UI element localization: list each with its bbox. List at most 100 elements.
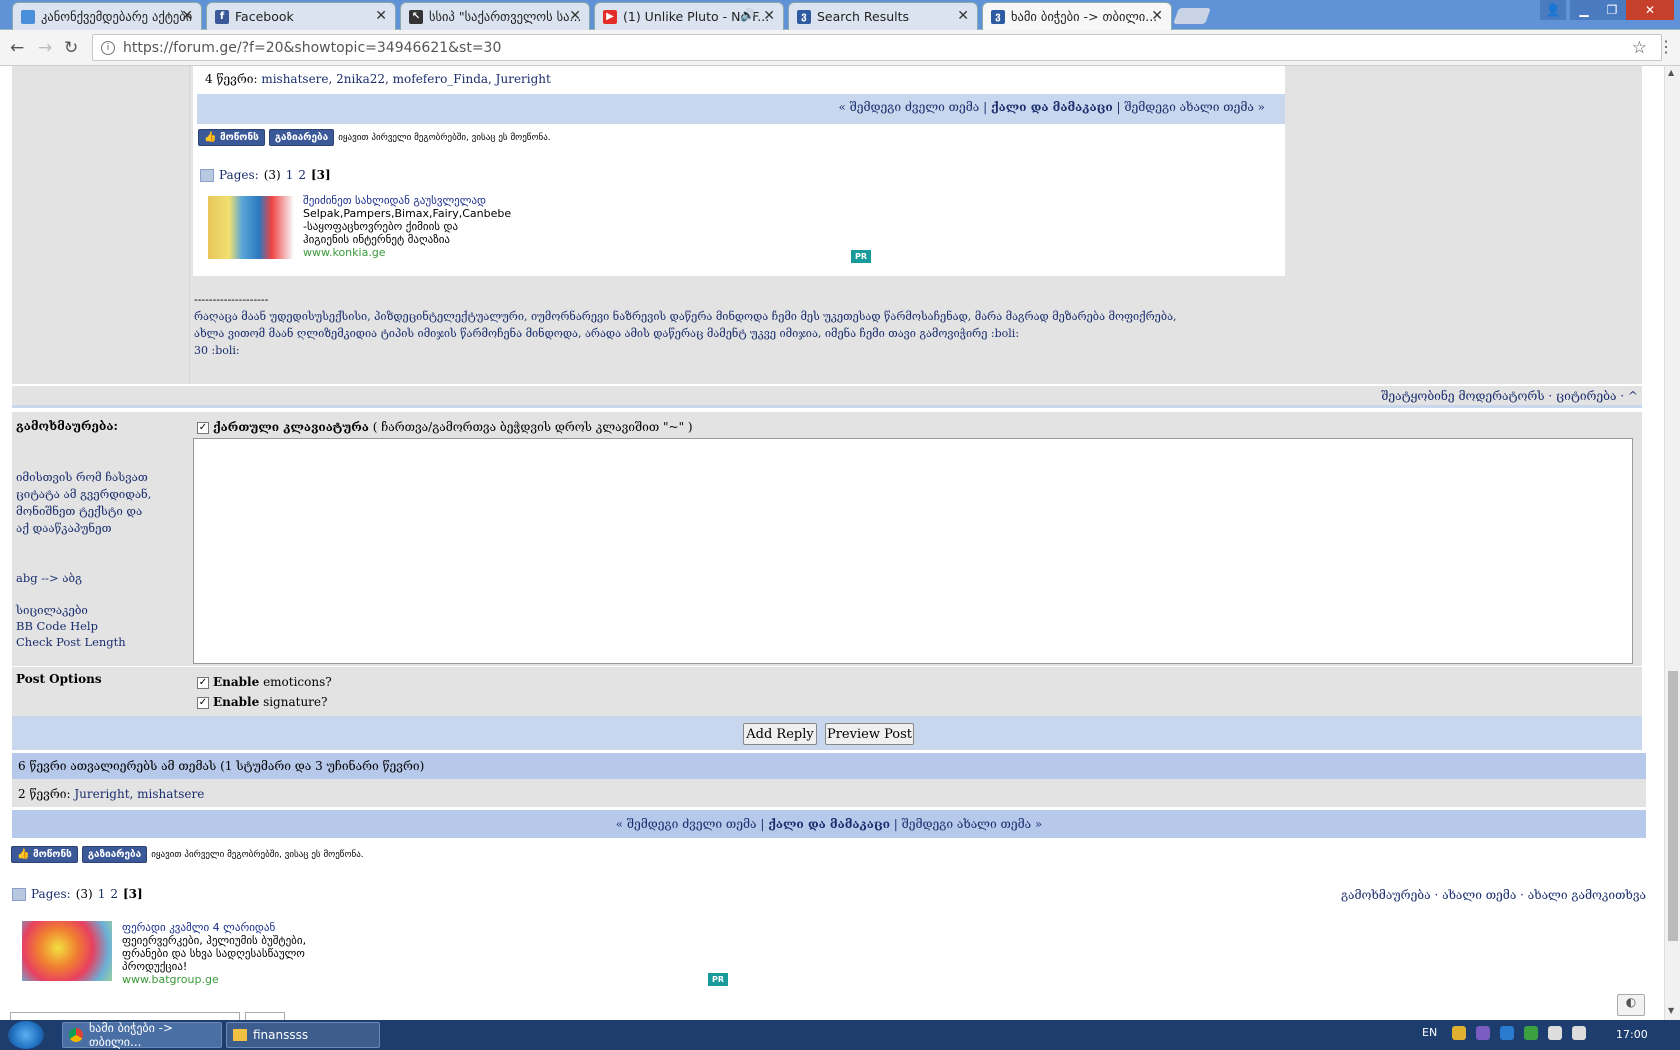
toggle-icon[interactable]: ◐ (1617, 994, 1645, 1016)
fb-share-button[interactable]: გაზიარება (81, 846, 148, 863)
forum-link[interactable]: ქალი და მამაკაცი (991, 100, 1113, 114)
close-window-icon[interactable]: ✕ (1626, 0, 1674, 20)
scroll-up-icon[interactable]: ▲ (1668, 68, 1674, 77)
language-indicator[interactable]: EN (1422, 1026, 1437, 1039)
ad-badge[interactable]: PR (851, 250, 871, 263)
report-link[interactable]: შეატყობინე მოდერატორს (1381, 389, 1544, 403)
like-bar: 👍 მოწონს გაზიარება იყავით პირველი მეგობრ… (198, 129, 551, 146)
browser-tab[interactable]: ↖ სსიპ "საქართველოს სა... ✕ (400, 2, 590, 30)
close-tab-icon[interactable]: ✕ (375, 8, 387, 24)
browser-tab[interactable]: ▶ (1) Unlike Pluto - No F... 🔊 ✕ (594, 2, 784, 30)
clock[interactable]: 17:00 (1616, 1028, 1648, 1041)
taskbar: ხამი ბიჭები -> თბილი... finanssss EN 17:… (0, 1020, 1680, 1050)
readers-names[interactable]: mishatsere, 2nika22, mofefero_Finda, Jur… (261, 72, 551, 86)
check-length-link[interactable]: Check Post Length (16, 634, 126, 650)
browser-tab[interactable]: კანონქვემდებარე აქტები ✕ (12, 2, 202, 30)
option-text: signature? (263, 695, 328, 709)
forum-favicon-icon: ვ (991, 9, 1005, 24)
minimize-icon[interactable]: ▁ (1570, 0, 1598, 20)
scrollbar-thumb[interactable] (1668, 671, 1678, 941)
tab-title: Search Results (817, 9, 910, 24)
page-link-1[interactable]: 1 (98, 887, 106, 901)
next-topic-link[interactable]: შემდეგი ახალი თემა » (902, 817, 1043, 831)
page-scrollbar[interactable]: ▲ ▼ (1664, 66, 1680, 1020)
close-tab-icon[interactable]: ✕ (763, 8, 775, 24)
ad-image[interactable] (22, 921, 112, 981)
browser-tab-active[interactable]: ვ ხამი ბიჭები -> თბილი... ✕ (982, 2, 1172, 30)
ad-title[interactable]: შეიძინეთ სახლიდან გაუსვლელად (303, 194, 511, 207)
ad-line: ფრანები და სხვა სადღესასწაულო (122, 947, 305, 960)
menu-kebab-icon[interactable]: ⋮ (1658, 37, 1674, 56)
tray-icon[interactable] (1452, 1026, 1466, 1040)
page-link-2[interactable]: 2 (110, 887, 118, 901)
keyboard-label: ქართული კლავიატურა (213, 420, 369, 434)
tray-icon[interactable] (1500, 1026, 1514, 1040)
close-tab-icon[interactable]: ✕ (1151, 8, 1163, 24)
pages-icon (200, 168, 214, 182)
fb-like-button[interactable]: 👍 მოწონს (198, 129, 265, 146)
forum-link[interactable]: ქალი და მამაკაცი (768, 817, 890, 831)
bottom-actions[interactable]: გამოხმაურება · ახალი თემა · ახალი გამოკი… (1100, 888, 1646, 902)
ad-title[interactable]: ფერადი კვამლი 4 ლარიდან (122, 921, 306, 934)
prev-topic-link[interactable]: « შემდეგი ძველი თემა (839, 100, 980, 114)
keyboard-checkbox[interactable]: ✓ (197, 421, 209, 434)
user-icon[interactable]: 👤 (1540, 0, 1566, 20)
add-reply-button[interactable]: Add Reply (743, 723, 817, 745)
close-tab-icon[interactable]: ✕ (957, 8, 969, 24)
forward-arrow-icon[interactable]: → (38, 38, 52, 58)
fb-share-button[interactable]: გაზიარება (268, 129, 335, 146)
close-tab-icon[interactable]: ✕ (569, 8, 581, 24)
footer-select[interactable] (10, 1012, 240, 1020)
volume-icon[interactable] (1572, 1026, 1586, 1040)
option-bold: Enable (213, 695, 260, 709)
smilies-link[interactable]: სიცილაკები (16, 602, 126, 618)
browser-tab[interactable]: ვ Search Results ✕ (788, 2, 978, 30)
ad-badge[interactable]: PR (708, 973, 728, 986)
tray-icon[interactable] (1524, 1026, 1538, 1040)
quote-insert-link[interactable]: აქ დააწკაპუნეთ (16, 520, 151, 537)
page-link-1[interactable]: 1 (286, 168, 294, 182)
tab-title: კანონქვემდებარე აქტები (41, 9, 193, 24)
next-topic-link[interactable]: შემდეგი ახალი თემა » (1124, 100, 1265, 114)
page-link-2[interactable]: 2 (298, 168, 306, 182)
taskbar-item-chrome[interactable]: ხამი ბიჭები -> თბილი... (62, 1021, 222, 1049)
abg-link[interactable]: abg --> აბგ (16, 571, 82, 585)
ad-block: შეიძინეთ სახლიდან გაუსვლელად Selpak,Pamp… (303, 194, 511, 259)
prev-topic-link[interactable]: « შემდეგი ძველი თემა (616, 817, 757, 831)
like-text: იყავით პირველი მეგობრებში, ვისაც ეს მოეწ… (151, 849, 364, 860)
new-tab-button[interactable] (1173, 8, 1211, 24)
tab-title: Facebook (235, 9, 294, 24)
tab-title: სსიპ "საქართველოს სა... (429, 9, 581, 24)
reload-icon[interactable]: ↻ (64, 38, 78, 58)
emoticons-checkbox[interactable]: ✓ (197, 676, 209, 689)
start-button[interactable] (8, 1021, 44, 1049)
network-icon[interactable] (1548, 1026, 1562, 1040)
preview-post-button[interactable]: Preview Post (825, 723, 914, 745)
reply-tools: სიცილაკები BB Code Help Check Post Lengt… (16, 602, 126, 650)
quote-link[interactable]: · ციტირება · ^ (1548, 389, 1638, 403)
close-tab-icon[interactable]: ✕ (181, 8, 193, 24)
active-users-text: 6 წევრი ათვალიერებს ამ თემას (1 სტუმარი … (18, 759, 425, 773)
fb-like-button[interactable]: 👍 მოწონს (11, 846, 78, 863)
ad-image[interactable] (208, 196, 293, 259)
ad-url[interactable]: www.konkia.ge (303, 246, 511, 259)
ad-block: ფერადი კვამლი 4 ლარიდან ფეიერვერკები, ჰე… (122, 921, 306, 986)
info-icon[interactable]: i (101, 40, 115, 55)
viber-icon[interactable] (1476, 1026, 1490, 1040)
signature-checkbox[interactable]: ✓ (197, 696, 209, 709)
reply-textarea[interactable] (193, 438, 1633, 664)
url-bar[interactable]: i https://forum.ge/?f=20&showtopic=34946… (92, 34, 1662, 61)
taskbar-item-folder[interactable]: finanssss (226, 1022, 380, 1048)
speaker-icon[interactable]: 🔊 (740, 8, 755, 22)
bookmark-star-icon[interactable]: ☆ (1632, 38, 1647, 58)
ad-url[interactable]: www.batgroup.ge (122, 973, 306, 986)
pages-label: Pages: (31, 887, 71, 901)
back-arrow-icon[interactable]: ← (10, 38, 24, 58)
maximize-icon[interactable]: ❐ (1598, 0, 1626, 20)
bbcode-help-link[interactable]: BB Code Help (16, 618, 126, 634)
members-names[interactable]: Jureright, mishatsere (74, 787, 204, 801)
footer-go-button[interactable] (245, 1012, 285, 1020)
browser-tab[interactable]: f Facebook ✕ (206, 2, 396, 30)
scroll-down-icon[interactable]: ▼ (1668, 1006, 1674, 1015)
pages-icon (12, 887, 26, 901)
